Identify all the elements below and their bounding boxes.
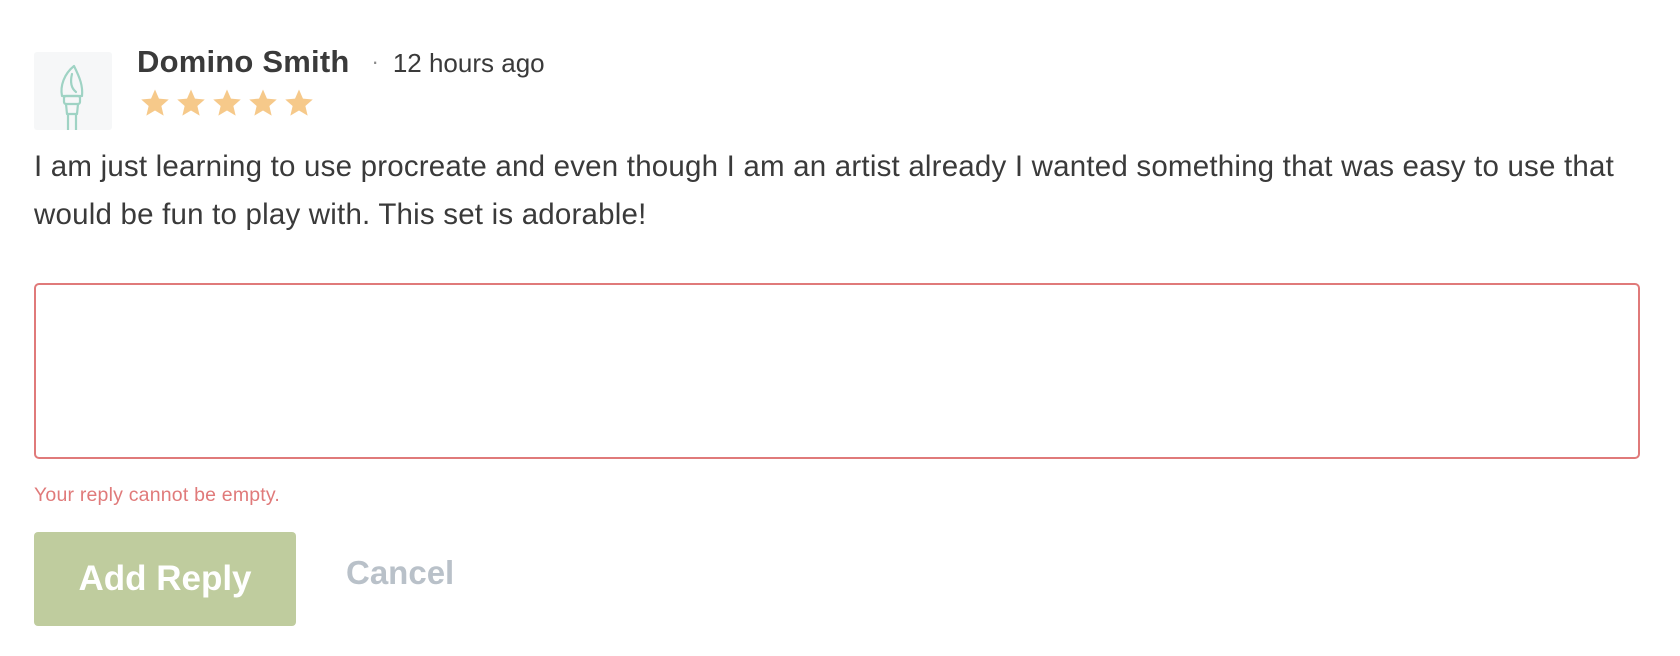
review-timestamp: 12 hours ago [392,48,545,78]
review-card: Domino Smith · 12 hours ago I am just le… [0,0,1680,656]
star-icon [213,89,241,116]
author-line: Domino Smith · 12 hours ago [137,44,545,80]
add-reply-button[interactable]: Add Reply [34,532,296,626]
star-icon [141,89,169,116]
review-text: I am just learning to use procreate and … [34,150,1615,231]
star-rating [137,86,545,120]
review-meta: Domino Smith · 12 hours ago [137,44,545,120]
review-header: Domino Smith · 12 hours ago [34,44,545,130]
paintbrush-icon [60,64,84,130]
separator-dot: · [371,49,379,74]
cancel-button[interactable]: Cancel [346,554,454,592]
reply-textarea[interactable] [34,283,1640,459]
star-icon [285,89,313,116]
reply-error-message: Your reply cannot be empty. [34,484,281,506]
author-name[interactable]: Domino Smith [137,44,350,80]
star-icon [177,89,205,116]
avatar [34,52,112,130]
star-icon [249,89,277,116]
